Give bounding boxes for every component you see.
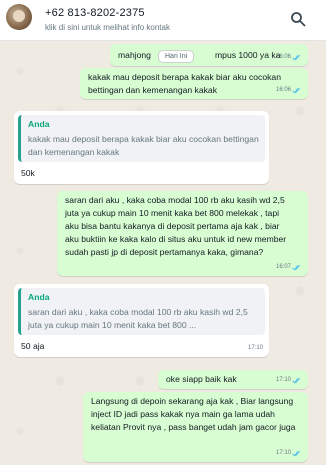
- message-time: 17:10: [275, 377, 291, 383]
- quoted-message[interactable]: Anda kakak mau deposit berapa kakak biar…: [18, 115, 265, 162]
- read-receipt-icon: [292, 264, 301, 271]
- message-incoming[interactable]: Anda saran dari aku , kaka coba modal 10…: [14, 284, 269, 357]
- message-text: oke siapp baik kak: [166, 374, 237, 384]
- message-time: 16:06: [275, 87, 291, 93]
- message-time: 16:06: [275, 54, 291, 60]
- date-divider: Hari Ini: [158, 50, 195, 63]
- message-text: mpus 1000 ya ka: [215, 50, 281, 60]
- message-text: kakak mau deposit berapa kakak biar aku …: [88, 72, 281, 95]
- message-time: 17:10: [275, 450, 291, 456]
- message-time: 17:10: [247, 345, 263, 351]
- contact-info-hint[interactable]: klik di sini untuk melihat info kontak: [45, 23, 170, 32]
- message-outgoing[interactable]: kakak mau deposit berapa kakak biar aku …: [80, 68, 308, 99]
- quote-text: kakak mau deposit berapa kakak biar aku …: [28, 134, 259, 157]
- message-text: mahjong: [118, 50, 151, 60]
- chat-header[interactable]: +62 813-8202-2375 klik di sini untuk mel…: [0, 0, 326, 41]
- message-incoming[interactable]: Anda kakak mau deposit berapa kakak biar…: [14, 111, 269, 184]
- message-outgoing[interactable]: oke siapp baik kak 17:10: [158, 370, 308, 389]
- message-outgoing[interactable]: mahjong mpus 1000 ya ka 16:06: [110, 44, 308, 66]
- quote-text: saran dari aku , kaka coba modal 100 rb …: [28, 307, 248, 330]
- message-outgoing[interactable]: saran dari aku , kaka coba modal 100 rb …: [57, 191, 308, 276]
- quote-author: Anda: [28, 292, 50, 302]
- conversation-panel[interactable]: mahjong mpus 1000 ya ka 16:06 Hari Ini k…: [0, 41, 326, 465]
- message-text: Langsung di depoin sekarang aja kak , Bi…: [91, 396, 296, 432]
- quote-author: Anda: [28, 119, 50, 129]
- read-receipt-icon: [292, 54, 301, 61]
- quoted-message[interactable]: Anda saran dari aku , kaka coba modal 10…: [18, 288, 265, 335]
- message-text: 50 aja: [21, 341, 45, 351]
- contact-avatar[interactable]: [6, 4, 32, 30]
- search-icon[interactable]: [290, 11, 306, 27]
- message-text: 50k: [21, 168, 35, 178]
- message-outgoing[interactable]: Langsung di depoin sekarang aja kak , Bi…: [83, 392, 308, 462]
- read-receipt-icon: [292, 450, 301, 457]
- message-time: 16:07: [275, 264, 291, 270]
- contact-name[interactable]: +62 813-8202-2375: [45, 7, 145, 19]
- message-text: saran dari aku , kaka coba modal 100 rb …: [65, 195, 287, 257]
- read-receipt-icon: [292, 87, 301, 94]
- read-receipt-icon: [292, 377, 301, 384]
